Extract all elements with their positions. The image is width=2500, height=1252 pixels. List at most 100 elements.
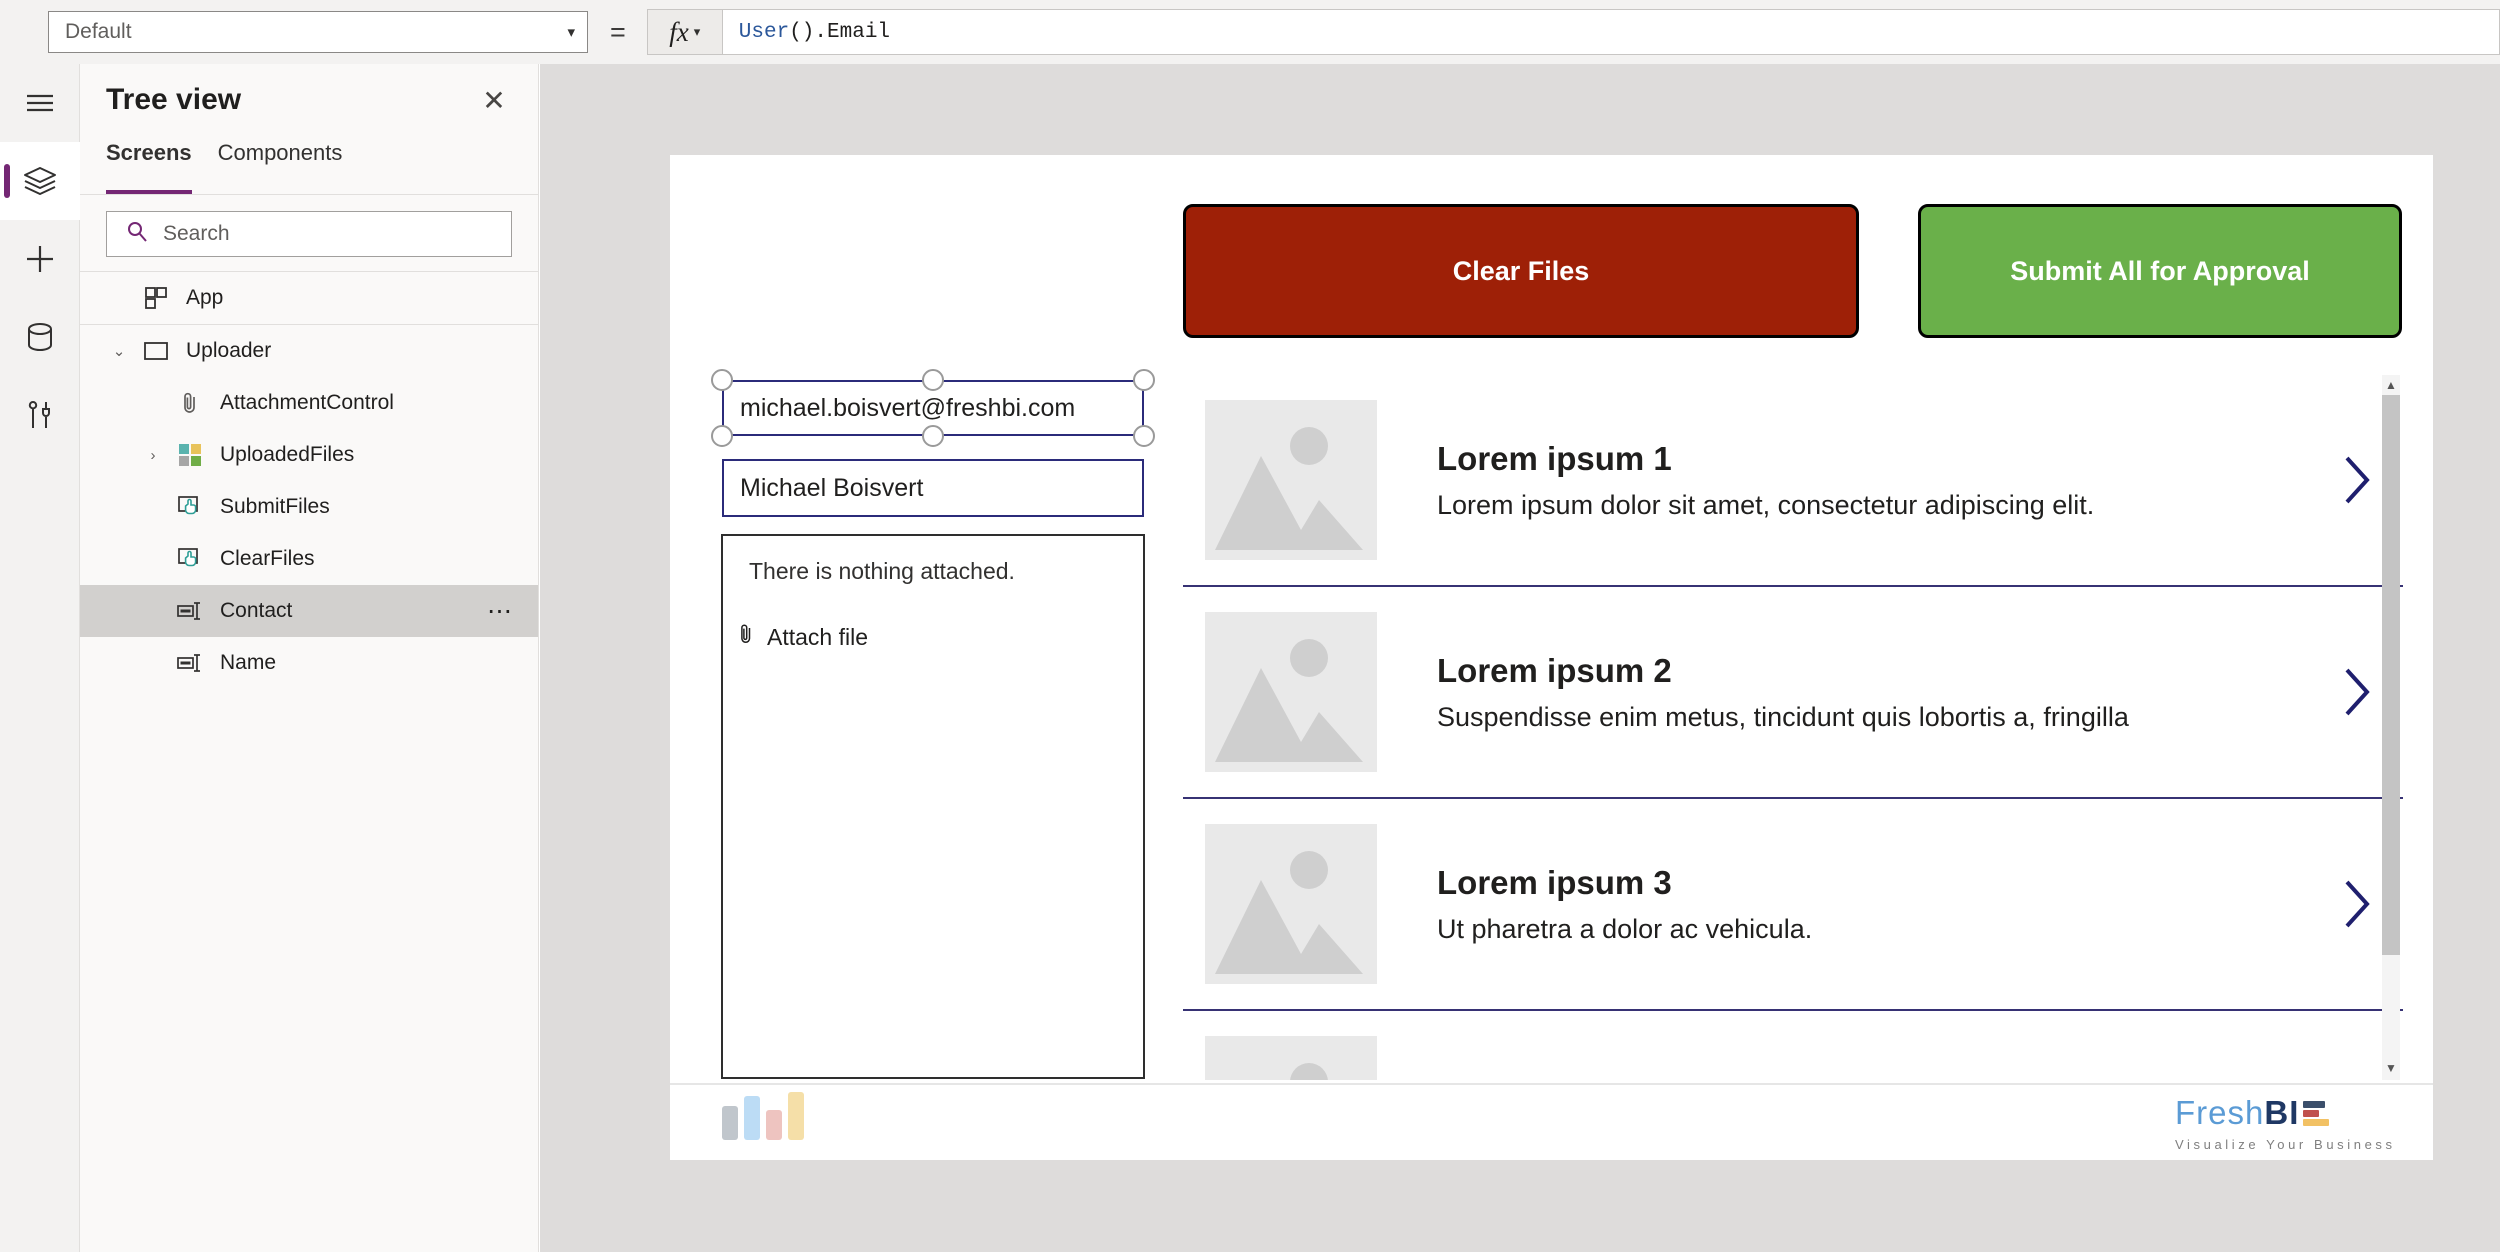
tools-icon — [25, 398, 55, 432]
button-icon — [170, 547, 210, 571]
left-icon-rail — [0, 64, 80, 1252]
textinput-icon — [170, 653, 210, 673]
search-input[interactable]: Search — [106, 211, 512, 257]
logo-wordmark: Fresh BI — [2175, 1094, 2396, 1132]
gallery-item-subtitle: Ut pharetra a dolor ac vehicula. — [1437, 913, 1813, 944]
submit-all-button-label: Submit All for Approval — [2010, 255, 2310, 286]
attachment-empty-text: There is nothing attached. — [749, 558, 1015, 584]
resize-handle-top-center[interactable] — [922, 369, 944, 391]
attach-file-label: Attach file — [767, 623, 868, 650]
formula-rest-token: ().Email — [789, 20, 891, 44]
property-select-label: Default — [65, 20, 132, 43]
resize-handle-bottom-center[interactable] — [922, 425, 944, 447]
gallery-item[interactable]: Lorem ipsum 3 Ut pharetra a dolor ac veh… — [1183, 799, 2403, 1011]
sidebar-item-uploader[interactable]: ⌄ Uploader — [80, 325, 538, 377]
fx-button[interactable]: fx ▾ — [646, 9, 723, 55]
name-text-input[interactable]: Michael Boisvert — [722, 459, 1144, 517]
sidebar-item-attachmentcontrol[interactable]: AttachmentControl — [80, 377, 538, 429]
clear-files-button[interactable]: Clear Files — [1183, 204, 1859, 338]
rail-item-tree-view[interactable] — [0, 142, 80, 220]
sidebar-item-contact-label: Contact — [220, 599, 293, 622]
formula-bar: Default ▾ = fx ▾ User ().Email — [0, 0, 2500, 64]
sidebar-item-name-label: Name — [220, 651, 277, 674]
sidebar-item-uploadedfiles-label: UploadedFiles — [220, 443, 355, 466]
chevron-right-icon[interactable]: › — [136, 447, 170, 464]
resize-handle-bottom-right[interactable] — [1133, 425, 1155, 447]
gallery-item[interactable]: Lorem ipsum 1 Lorem ipsum dolor sit amet… — [1183, 375, 2403, 587]
sidebar-item-app[interactable]: App — [80, 272, 538, 324]
gallery-item-subtitle: Lorem ipsum dolor sit amet, consectetur … — [1437, 489, 2095, 520]
thumbnail-placeholder-icon — [1205, 824, 1377, 984]
uploaded-files-gallery[interactable]: Lorem ipsum 1 Lorem ipsum dolor sit amet… — [1183, 375, 2403, 1080]
sidebar-item-submitfiles[interactable]: SubmitFiles — [80, 481, 538, 533]
textinput-icon — [170, 601, 210, 621]
gallery-item-title: Lorem ipsum 2 — [1437, 651, 1672, 689]
formula-input[interactable]: User ().Email — [722, 9, 2500, 55]
name-text-input-value: Michael Boisvert — [740, 473, 924, 502]
gallery-scrollbar-thumb[interactable] — [2382, 395, 2400, 955]
hamburger-icon — [24, 91, 56, 115]
gallery-icon — [170, 443, 210, 467]
resize-handle-top-right[interactable] — [1133, 369, 1155, 391]
rail-item-hamburger[interactable] — [0, 64, 80, 142]
screen-icon — [136, 340, 176, 362]
tab-screens[interactable]: Screens — [106, 136, 192, 194]
sidebar-item-clearfiles[interactable]: ClearFiles — [80, 533, 538, 585]
freshbi-logo: Fresh BI Visualize Your Business — [2175, 1094, 2396, 1152]
search-placeholder: Search — [163, 222, 230, 245]
tree-view-header: Tree view ✕ — [80, 64, 538, 136]
clear-files-button-label: Clear Files — [1452, 255, 1590, 286]
sidebar-item-clearfiles-label: ClearFiles — [220, 547, 315, 570]
resize-handle-top-left[interactable] — [711, 369, 733, 391]
submit-all-button[interactable]: Submit All for Approval — [1918, 204, 2402, 338]
chevron-right-icon[interactable] — [2339, 664, 2383, 720]
attachment-icon — [170, 391, 210, 415]
sidebar-item-uploadedfiles[interactable]: › UploadedFiles — [80, 429, 538, 481]
formula-function-token: User — [738, 20, 790, 44]
tab-components[interactable]: Components — [218, 136, 343, 188]
tree-view-tabs: Screens Components — [80, 136, 538, 194]
layers-icon — [23, 165, 57, 197]
thumbnail-placeholder-icon — [1205, 612, 1377, 772]
gallery-item-subtitle: Suspendisse enim metus, tincidunt quis l… — [1437, 701, 2129, 732]
logo-tagline: Visualize Your Business — [2175, 1137, 2396, 1152]
chevron-down-icon: ▾ — [693, 24, 701, 39]
chevron-down-icon[interactable]: ⌄ — [102, 342, 136, 360]
scroll-up-arrow-icon[interactable]: ▲ — [2382, 375, 2400, 395]
sidebar-item-name[interactable]: Name — [80, 637, 538, 689]
mini-bar-chart-icon — [722, 1092, 804, 1140]
sidebar-item-submitfiles-label: SubmitFiles — [220, 495, 330, 518]
close-icon[interactable]: ✕ — [472, 78, 516, 122]
rail-item-data[interactable] — [0, 298, 80, 376]
footer-divider — [670, 1083, 2433, 1085]
database-icon — [25, 321, 55, 353]
gallery-item-title: Lorem ipsum 1 — [1437, 439, 1672, 477]
property-select[interactable]: Default ▾ — [48, 11, 588, 53]
rail-item-advanced-tools[interactable] — [0, 376, 80, 454]
contact-text-input-value: michael.boisvert@freshbi.com — [740, 393, 1076, 422]
gallery-item-text: Lorem ipsum 1 Lorem ipsum dolor sit amet… — [1377, 440, 2339, 521]
rail-item-insert[interactable] — [0, 220, 80, 298]
fx-icon: fx — [669, 16, 689, 47]
gallery-item-title: Lorem ipsum 3 — [1437, 863, 1672, 901]
search-icon — [125, 220, 149, 249]
chevron-down-icon: ▾ — [567, 24, 575, 41]
gallery-item[interactable]: Lorem ipsum 4 — [1183, 1011, 2403, 1080]
paperclip-icon — [737, 623, 755, 651]
sidebar-item-app-label: App — [186, 286, 224, 309]
scroll-down-arrow-icon[interactable]: ▼ — [2382, 1058, 2400, 1078]
tab-components-label: Components — [217, 140, 343, 165]
gallery-item[interactable]: Lorem ipsum 2 Suspendisse enim metus, ti… — [1183, 587, 2403, 799]
search-container: Search — [80, 195, 538, 271]
chevron-right-icon[interactable] — [2339, 876, 2383, 932]
attach-file-link[interactable]: Attach file — [737, 623, 1143, 651]
attachment-control[interactable]: There is nothing attached. Attach file — [721, 534, 1145, 1079]
thumbnail-placeholder-icon — [1205, 1036, 1377, 1080]
contact-overflow-menu[interactable]: ⋯ — [487, 596, 528, 626]
logo-fresh-text: Fresh — [2175, 1094, 2265, 1131]
logo-bars-icon — [2303, 1100, 2330, 1126]
chevron-right-icon[interactable] — [2339, 452, 2383, 508]
resize-handle-bottom-left[interactable] — [711, 425, 733, 447]
sidebar-item-contact[interactable]: Contact ⋯ — [80, 585, 538, 637]
plus-icon — [24, 243, 56, 275]
